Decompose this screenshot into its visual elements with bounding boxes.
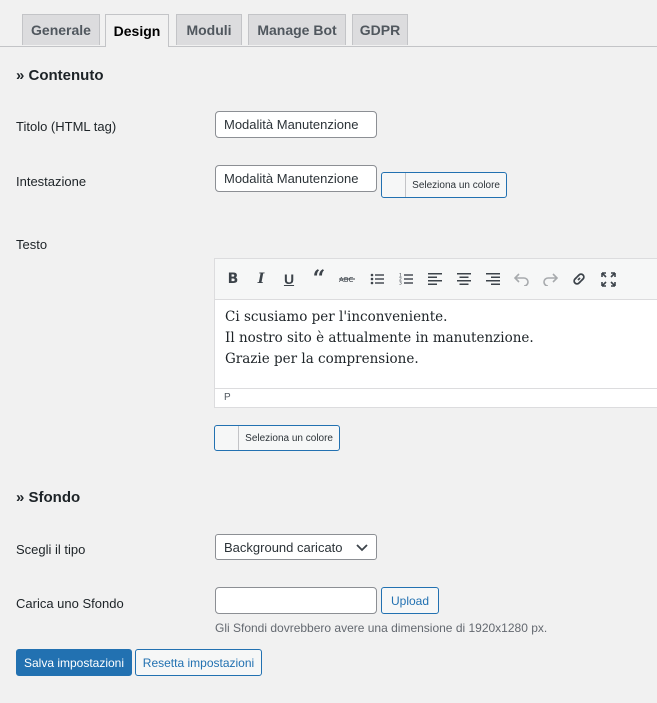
chevron-down-icon — [356, 540, 368, 555]
editor-line: Ci scusiamo per l'inconveniente. — [225, 309, 448, 325]
color-swatch — [382, 173, 407, 197]
tab-manage-bot[interactable]: Manage Bot — [248, 14, 346, 45]
redo-icon[interactable] — [539, 269, 561, 289]
section-title-background: » Sfondo — [16, 489, 81, 506]
element-path[interactable]: P — [224, 392, 231, 403]
reset-settings-button[interactable]: Resetta impostazioni — [135, 649, 262, 676]
editor-line: Grazie per la comprensione. — [225, 351, 419, 367]
editor-toolbar: B I U “ ABC 123 — [215, 259, 657, 300]
link-icon[interactable] — [568, 269, 590, 289]
background-url-input[interactable] — [215, 587, 377, 614]
bold-icon[interactable]: B — [222, 269, 244, 289]
bullet-list-icon[interactable] — [366, 269, 388, 289]
italic-icon[interactable]: I — [250, 269, 272, 289]
tab-design[interactable]: Design — [105, 14, 169, 47]
color-swatch — [215, 426, 240, 450]
rich-text-editor: B I U “ ABC 123 Ci scusiamo per l'inconv… — [214, 258, 657, 408]
color-button-label: Seleziona un colore — [245, 432, 333, 444]
title-input[interactable]: Modalità Manutenzione — [215, 111, 377, 138]
tab-generale[interactable]: Generale — [22, 14, 100, 45]
numbered-list-icon[interactable]: 123 — [395, 269, 417, 289]
tab-bar: Generale Design Moduli Manage Bot GDPR — [0, 0, 657, 47]
align-center-icon[interactable] — [453, 269, 475, 289]
upload-hint: Gli Sfondi dovrebbero avere una dimensio… — [215, 621, 548, 635]
title-field-label: Titolo (HTML tag) — [16, 119, 117, 134]
upload-button[interactable]: Upload — [381, 587, 439, 614]
background-type-select[interactable]: Background caricato — [215, 534, 377, 560]
editor-line: Il nostro sito è attualmente in manutenz… — [225, 330, 534, 346]
align-left-icon[interactable] — [424, 269, 446, 289]
align-right-icon[interactable] — [482, 269, 504, 289]
text-field-label: Testo — [16, 237, 48, 252]
color-button-label: Seleziona un colore — [412, 179, 500, 191]
section-title-content: » Contenuto — [16, 67, 104, 84]
fullscreen-icon[interactable] — [597, 269, 619, 289]
heading-field-label: Intestazione — [16, 174, 87, 189]
upload-field-label: Carica uno Sfondo — [16, 596, 124, 611]
text-color-button[interactable]: Seleziona un colore — [214, 425, 340, 451]
undo-icon[interactable] — [511, 269, 533, 289]
underline-icon[interactable]: U — [278, 269, 300, 289]
select-value: Background caricato — [224, 539, 343, 555]
tab-gdpr[interactable]: GDPR — [352, 14, 408, 45]
strikethrough-icon[interactable]: ABC — [336, 269, 358, 289]
save-settings-button[interactable]: Salva impostazioni — [16, 649, 132, 676]
svg-text:ABC: ABC — [339, 276, 353, 284]
heading-input[interactable]: Modalità Manutenzione — [215, 165, 377, 192]
tab-moduli[interactable]: Moduli — [176, 14, 242, 45]
heading-color-button[interactable]: Seleziona un colore — [381, 172, 507, 198]
editor-statusbar: P — [215, 388, 657, 407]
svg-text:3: 3 — [399, 281, 402, 287]
editor-content[interactable]: Ci scusiamo per l'inconveniente. Il nost… — [225, 307, 534, 370]
type-field-label: Scegli il tipo — [16, 542, 86, 557]
blockquote-icon[interactable]: “ — [308, 266, 330, 292]
